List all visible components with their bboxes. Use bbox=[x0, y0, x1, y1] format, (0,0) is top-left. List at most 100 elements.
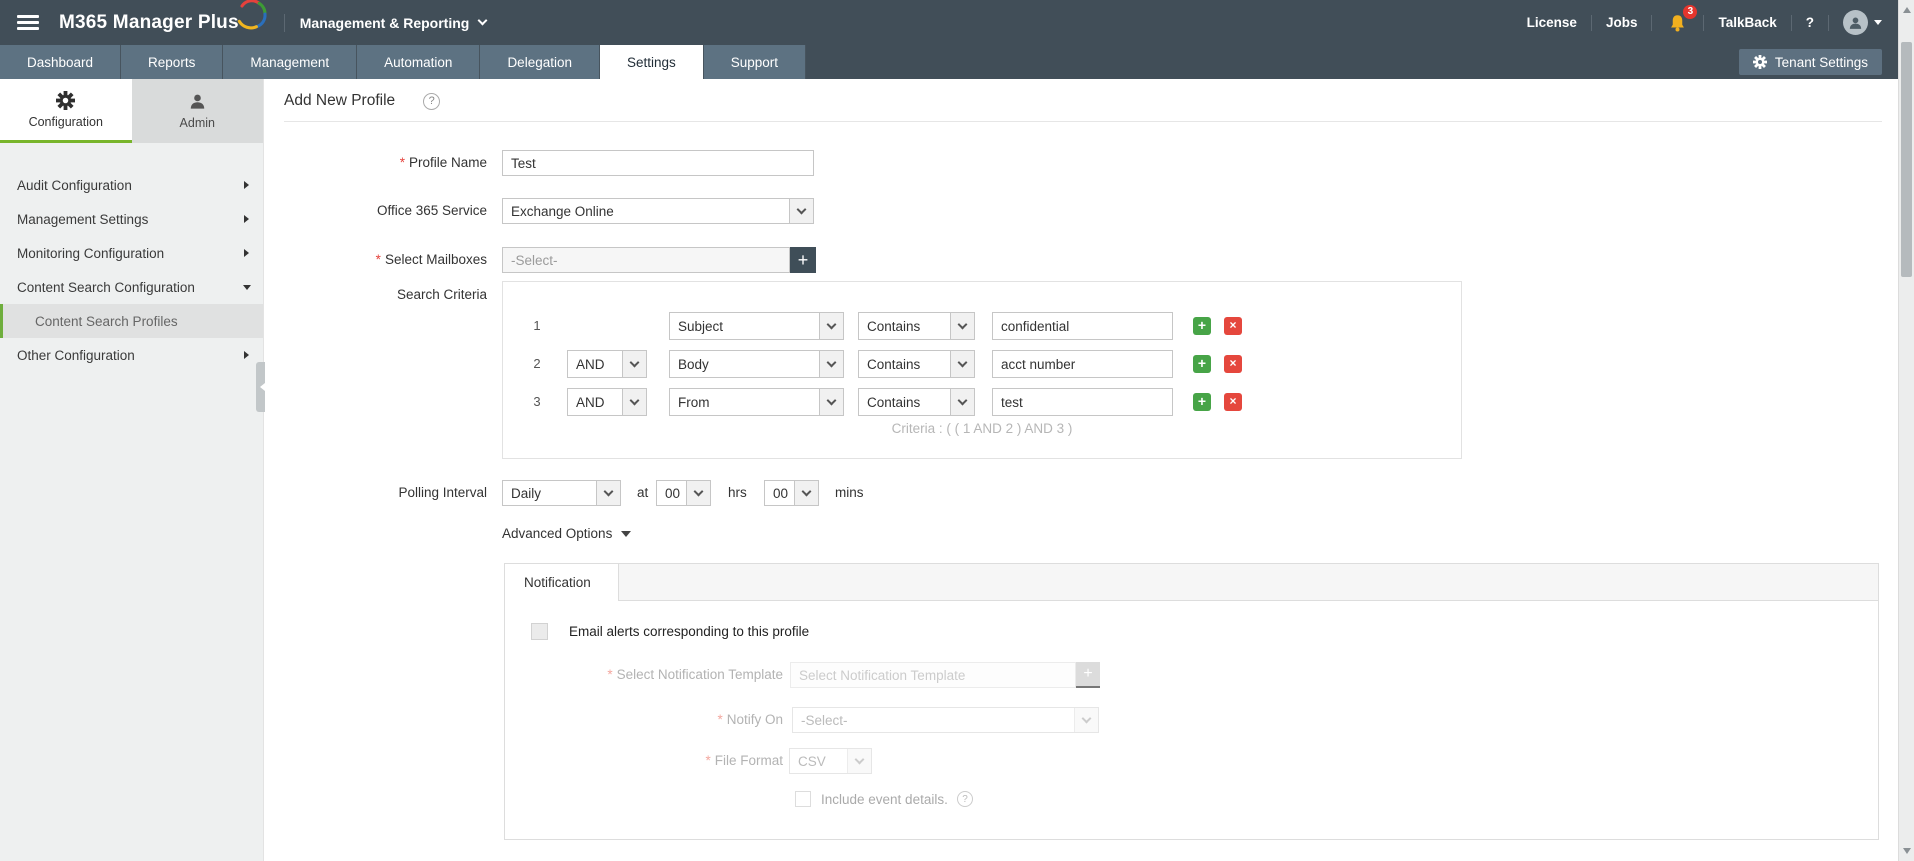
license-link[interactable]: License bbox=[1513, 15, 1591, 30]
add-criteria-button[interactable]: + bbox=[1193, 393, 1211, 411]
user-avatar[interactable] bbox=[1843, 10, 1868, 35]
notification-template-add-button: + bbox=[1076, 662, 1100, 688]
chevron-down-icon bbox=[1074, 708, 1098, 732]
sidebar-tabs: Configuration Admin bbox=[0, 79, 263, 143]
gear-icon bbox=[1752, 55, 1767, 69]
file-format-label: * File Format bbox=[705, 753, 783, 768]
criteria-value-input[interactable]: test bbox=[992, 388, 1173, 416]
context-switcher[interactable]: Management & Reporting bbox=[299, 14, 488, 31]
chevron-down-icon bbox=[819, 389, 843, 415]
tab-reports[interactable]: Reports bbox=[121, 45, 224, 79]
sidebar-item-audit-configuration[interactable]: Audit Configuration bbox=[0, 168, 263, 202]
hamburger-menu-icon[interactable] bbox=[17, 15, 39, 30]
add-criteria-button[interactable]: + bbox=[1193, 355, 1211, 373]
criteria-row-number: 2 bbox=[533, 356, 541, 371]
chevron-down-icon bbox=[596, 481, 620, 505]
service-label: Office 365 Service bbox=[376, 203, 487, 218]
sidebar-menu: Audit Configuration Management Settings … bbox=[0, 143, 263, 372]
brand-logo: M365 Manager Plus bbox=[59, 11, 239, 33]
notifications-bell[interactable]: 3 bbox=[1652, 4, 1703, 32]
service-select[interactable]: Exchange Online bbox=[502, 198, 814, 224]
main-nav: Dashboard Reports Management Automation … bbox=[0, 45, 1898, 79]
help-link[interactable]: ? bbox=[1792, 15, 1828, 30]
scrollbar-thumb[interactable] bbox=[1901, 42, 1912, 277]
advanced-options-toggle[interactable]: Advanced Options bbox=[502, 526, 632, 541]
notification-count-badge: 3 bbox=[1683, 4, 1698, 19]
criteria-operator-select[interactable]: Contains bbox=[858, 388, 975, 416]
chevron-down-icon bbox=[950, 313, 974, 339]
criteria-bool-select[interactable]: AND bbox=[567, 350, 647, 378]
mailboxes-add-button[interactable]: + bbox=[790, 247, 816, 273]
gear-icon bbox=[56, 90, 76, 110]
criteria-bool-select[interactable]: AND bbox=[567, 388, 647, 416]
chevron-down-icon bbox=[794, 481, 818, 505]
sidebar-item-other-configuration[interactable]: Other Configuration bbox=[0, 338, 263, 372]
polling-interval-label: Polling Interval bbox=[398, 485, 487, 500]
polling-hours-select[interactable]: 00 bbox=[656, 480, 711, 506]
criteria-value-input[interactable]: acct number bbox=[992, 350, 1173, 378]
hrs-label: hrs bbox=[728, 485, 747, 500]
criteria-row-number: 3 bbox=[533, 394, 541, 409]
sidebar-item-monitoring-configuration[interactable]: Monitoring Configuration bbox=[0, 236, 263, 270]
add-criteria-button[interactable]: + bbox=[1193, 317, 1211, 335]
tab-management[interactable]: Management bbox=[223, 45, 358, 79]
sidebar-item-content-search-configuration[interactable]: Content Search Configuration bbox=[0, 270, 263, 304]
chevron-down-icon bbox=[819, 313, 843, 339]
mailboxes-label: * Select Mailboxes bbox=[375, 252, 487, 267]
help-icon[interactable]: ? bbox=[957, 791, 973, 807]
tenant-settings-button[interactable]: Tenant Settings bbox=[1738, 49, 1882, 75]
polling-interval-select[interactable]: Daily bbox=[502, 480, 621, 506]
talkback-link[interactable]: TalkBack bbox=[1704, 15, 1790, 30]
tab-notification[interactable]: Notification bbox=[505, 564, 619, 601]
remove-criteria-button[interactable]: × bbox=[1224, 355, 1242, 373]
title-divider bbox=[284, 121, 1882, 122]
notification-panel: Notification Email alerts corresponding … bbox=[504, 563, 1879, 840]
criteria-value-input[interactable]: confidential bbox=[992, 312, 1173, 340]
tab-automation[interactable]: Automation bbox=[357, 45, 481, 79]
include-event-details-checkbox[interactable] bbox=[795, 791, 811, 807]
email-alerts-checkbox[interactable] bbox=[531, 623, 548, 640]
tab-settings[interactable]: Settings bbox=[599, 45, 704, 79]
criteria-row-3: 3 AND From Contains test + × bbox=[503, 388, 1461, 416]
sidebar-item-management-settings[interactable]: Management Settings bbox=[0, 202, 263, 236]
notify-on-select: -Select- bbox=[792, 707, 1099, 733]
file-format-select: CSV bbox=[789, 748, 872, 774]
criteria-field-select[interactable]: From bbox=[669, 388, 844, 416]
tab-dashboard[interactable]: Dashboard bbox=[0, 45, 122, 79]
tab-support[interactable]: Support bbox=[703, 45, 807, 79]
sidebar-tab-configuration[interactable]: Configuration bbox=[0, 79, 132, 143]
criteria-operator-select[interactable]: Contains bbox=[858, 350, 975, 378]
help-icon[interactable]: ? bbox=[423, 92, 441, 110]
criteria-field-select[interactable]: Subject bbox=[669, 312, 844, 340]
chevron-right-icon bbox=[244, 351, 249, 359]
remove-criteria-button[interactable]: × bbox=[1224, 393, 1242, 411]
polling-minutes-select[interactable]: 00 bbox=[764, 480, 819, 506]
criteria-row-1: 1 Subject Contains confidential + × bbox=[503, 312, 1461, 340]
required-icon: * bbox=[607, 667, 613, 682]
brand-swirl-icon bbox=[237, 0, 267, 29]
search-criteria-box: 1 Subject Contains confidential + × 2 AN… bbox=[502, 281, 1462, 459]
remove-criteria-button[interactable]: × bbox=[1224, 317, 1242, 335]
sidebar-tab-admin[interactable]: Admin bbox=[131, 79, 263, 143]
email-alerts-label: Email alerts corresponding to this profi… bbox=[569, 624, 810, 639]
criteria-operator-select[interactable]: Contains bbox=[858, 312, 975, 340]
profile-name-input[interactable]: Test bbox=[502, 150, 814, 176]
tab-delegation[interactable]: Delegation bbox=[480, 45, 600, 79]
scroll-up-arrow[interactable] bbox=[1903, 7, 1911, 13]
avatar-dropdown-icon[interactable] bbox=[1874, 20, 1882, 25]
jobs-link[interactable]: Jobs bbox=[1592, 15, 1652, 30]
top-bar: M365 Manager Plus Management & Reporting… bbox=[0, 0, 1898, 45]
criteria-field-select[interactable]: Body bbox=[669, 350, 844, 378]
required-icon: * bbox=[375, 252, 381, 267]
include-event-details-label: Include event details. bbox=[821, 792, 948, 807]
main-content: Add New Profile ? * Profile Name Test Off… bbox=[265, 79, 1898, 861]
context-label: Management & Reporting bbox=[299, 14, 470, 31]
mailboxes-input[interactable]: -Select- bbox=[502, 247, 790, 273]
profile-name-label: * Profile Name bbox=[399, 155, 487, 170]
scroll-down-arrow[interactable] bbox=[1903, 848, 1911, 854]
criteria-row-2: 2 AND Body Contains acct number + × bbox=[503, 350, 1461, 378]
chevron-down-icon bbox=[622, 389, 646, 415]
chevron-right-icon bbox=[244, 215, 249, 223]
chevron-down-icon bbox=[622, 351, 646, 377]
sidebar-item-content-search-profiles[interactable]: Content Search Profiles bbox=[0, 304, 263, 338]
